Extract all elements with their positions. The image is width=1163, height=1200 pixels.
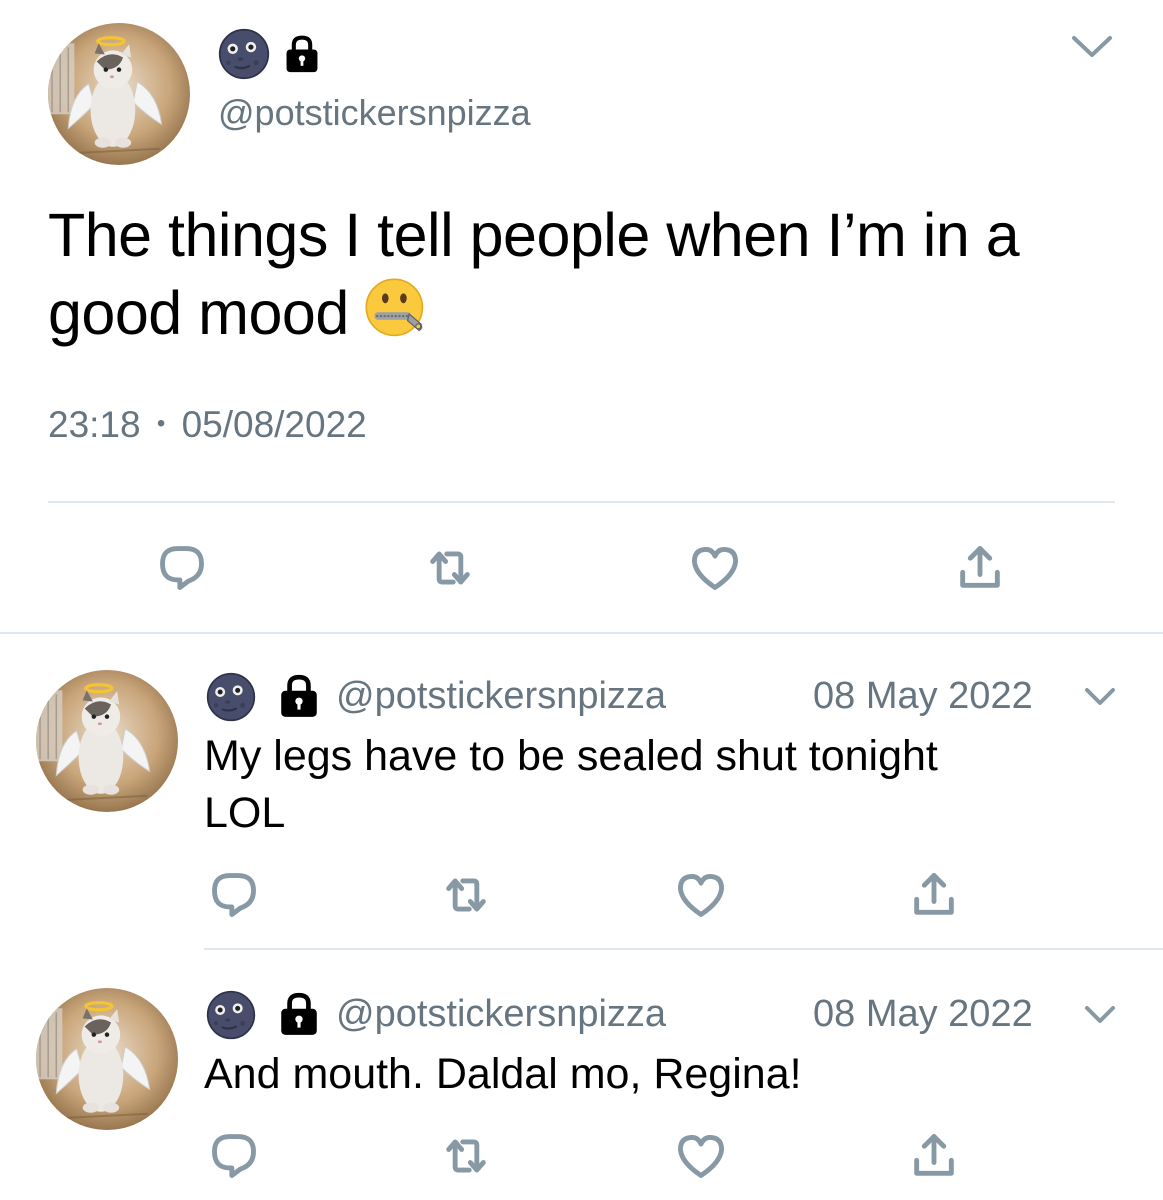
reply-date[interactable]: 08 May 2022 (813, 993, 1033, 1036)
reply-text-line: LOL (204, 789, 286, 837)
tweet-timestamp: 23:18 • 05/08/2022 (48, 404, 367, 446)
tweet-text: The things I tell people when I’m in a g… (48, 201, 1020, 347)
tweet-time: 23:18 (48, 404, 141, 445)
divider (0, 632, 1163, 634)
reply-icon[interactable] (156, 542, 208, 594)
retweet-icon[interactable] (424, 542, 476, 594)
like-icon[interactable] (675, 1130, 727, 1182)
retweet-icon[interactable] (440, 1130, 492, 1182)
share-icon[interactable] (908, 869, 960, 921)
share-icon[interactable] (908, 1130, 960, 1182)
chevron-down-icon[interactable] (1082, 1002, 1118, 1028)
like-icon[interactable] (689, 542, 741, 594)
reply-handle[interactable]: @potstickersnpizza (336, 993, 666, 1036)
new-moon-face-icon (206, 672, 256, 722)
new-moon-face-icon (218, 28, 270, 80)
reply-icon[interactable] (208, 869, 260, 921)
divider (48, 501, 1115, 503)
chevron-down-icon[interactable] (1068, 30, 1116, 62)
new-moon-face-icon (206, 990, 256, 1040)
meta-separator: • (156, 410, 166, 437)
lock-icon (282, 34, 322, 74)
divider (204, 948, 1163, 950)
zipper-mouth-face-icon (363, 276, 429, 342)
reply-text: And mouth. Daldal mo, Regina! (204, 1050, 802, 1098)
share-icon[interactable] (954, 542, 1006, 594)
reply-icon[interactable] (208, 1130, 260, 1182)
lock-icon (276, 673, 322, 719)
main-handle[interactable]: @potstickersnpizza (218, 92, 531, 134)
reply-date[interactable]: 08 May 2022 (813, 675, 1033, 718)
retweet-icon[interactable] (440, 869, 492, 921)
like-icon[interactable] (675, 869, 727, 921)
chevron-down-icon[interactable] (1082, 684, 1118, 710)
reply-avatar[interactable] (36, 988, 178, 1130)
tweet-date: 05/08/2022 (181, 404, 367, 445)
lock-icon (276, 991, 322, 1037)
reply-avatar[interactable] (36, 670, 178, 812)
reply-text: My legs have to be sealed shut tonight L… (204, 728, 1124, 842)
main-avatar[interactable] (48, 23, 190, 165)
reply-text-line: My legs have to be sealed shut tonight (204, 732, 938, 780)
reply-handle[interactable]: @potstickersnpizza (336, 675, 666, 718)
